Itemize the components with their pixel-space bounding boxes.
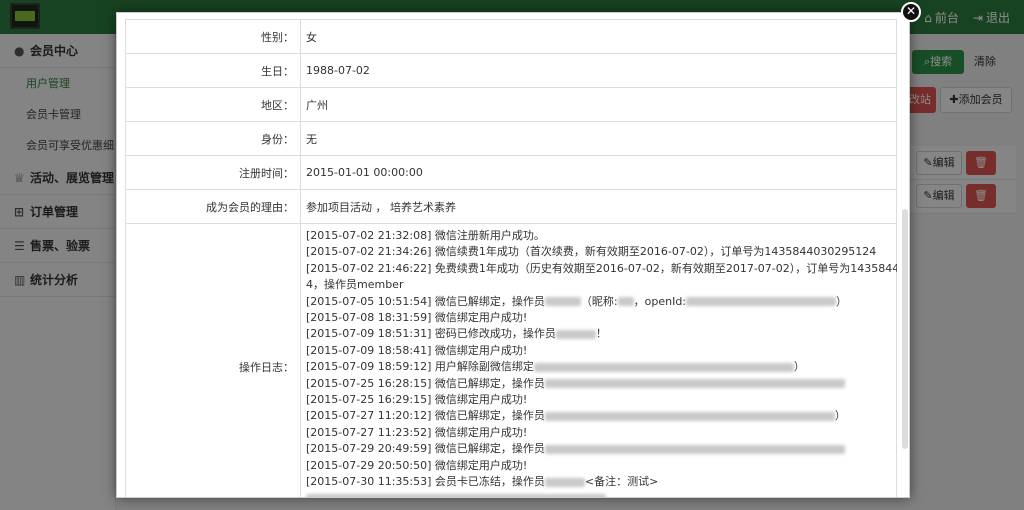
detail-row-gender: 性别： 女 [125, 19, 897, 54]
log-line: [2015-07-02 21:34:26] 微信续费1年成功（首次续费，新有效期… [306, 245, 877, 259]
detail-label: 性别： [125, 19, 301, 54]
log-line: [2015-07-09 18:58:41] 微信绑定用户成功! [306, 343, 528, 357]
log-line: [2015-07-09 18:59:12] 用户解除副微信绑定） [306, 360, 805, 374]
detail-label: 成为会员的理由： [125, 189, 301, 224]
log-line: [2015-07-08 18:31:59] 微信绑定用户成功! [306, 311, 528, 325]
detail-row-region: 地区： 广州 [125, 87, 897, 122]
log-line: [2015-07-27 11:23:52] 微信绑定用户成功! [306, 425, 528, 439]
log-line: [2015-07-05 10:51:54] 微信已解绑定，操作员 （昵称: ，ope… [306, 294, 848, 308]
detail-row-birthday: 生日： 1988-07-02 [125, 53, 897, 88]
modal-scrollbar[interactable] [902, 209, 908, 449]
close-button[interactable]: ✕ [901, 2, 921, 22]
detail-label: 生日： [125, 53, 301, 88]
log-line [306, 491, 896, 497]
log-line: [2015-07-09 18:51:31] 密码已修改成功，操作员！ [306, 327, 607, 341]
log-line: [2015-07-27 11:20:12] 微信已解绑定，操作员） [306, 409, 846, 423]
detail-value: 参加项目活动 ， 培养艺术素养 [300, 189, 897, 224]
close-icon: ✕ [905, 4, 917, 18]
detail-label: 操作日志： [125, 223, 301, 497]
log-line: [2015-07-25 16:29:15] 微信绑定用户成功! [306, 393, 528, 407]
detail-row-reason: 成为会员的理由： 参加项目活动 ， 培养艺术素养 [125, 189, 897, 224]
member-detail-modal: 性别： 女 生日： 1988-07-02 地区： 广州 身份： 无 注册时间： … [116, 12, 910, 498]
member-detail-table: 性别： 女 生日： 1988-07-02 地区： 广州 身份： 无 注册时间： … [125, 19, 897, 497]
log-line: [2015-07-02 21:32:08] 微信注册新用户成功。 [306, 229, 545, 242]
log-line: [2015-07-30 11:35:53] 会员卡已冻结，操作员 <备注：测试> [306, 475, 659, 489]
log-line: [2015-07-29 20:49:59] 微信已解绑定，操作员 [306, 441, 896, 457]
detail-row-log: 操作日志： [2015-07-02 21:32:08] 微信注册新用户成功。 [… [125, 223, 897, 497]
log-line: 4，操作员member [306, 278, 404, 292]
log-line: [2015-07-02 21:46:22] 免费续费1年成功（历史有效期至201… [306, 261, 897, 275]
detail-label: 身份： [125, 121, 301, 156]
detail-label: 注册时间： [125, 155, 301, 190]
detail-value: 女 [300, 19, 897, 54]
detail-value: 无 [300, 121, 897, 156]
detail-label: 地区： [125, 87, 301, 122]
detail-value: 1988-07-02 [300, 53, 897, 88]
detail-row-identity: 身份： 无 [125, 121, 897, 156]
detail-value: 2015-01-01 00:00:00 [300, 155, 897, 190]
log-line: [2015-07-29 20:50:50] 微信绑定用户成功! [306, 458, 528, 472]
detail-row-register-time: 注册时间： 2015-01-01 00:00:00 [125, 155, 897, 190]
log-line: [2015-07-25 16:28:15] 微信已解绑定，操作员 [306, 376, 896, 392]
operation-log: [2015-07-02 21:32:08] 微信注册新用户成功。 [2015-0… [300, 223, 897, 497]
detail-value: 广州 [300, 87, 897, 122]
